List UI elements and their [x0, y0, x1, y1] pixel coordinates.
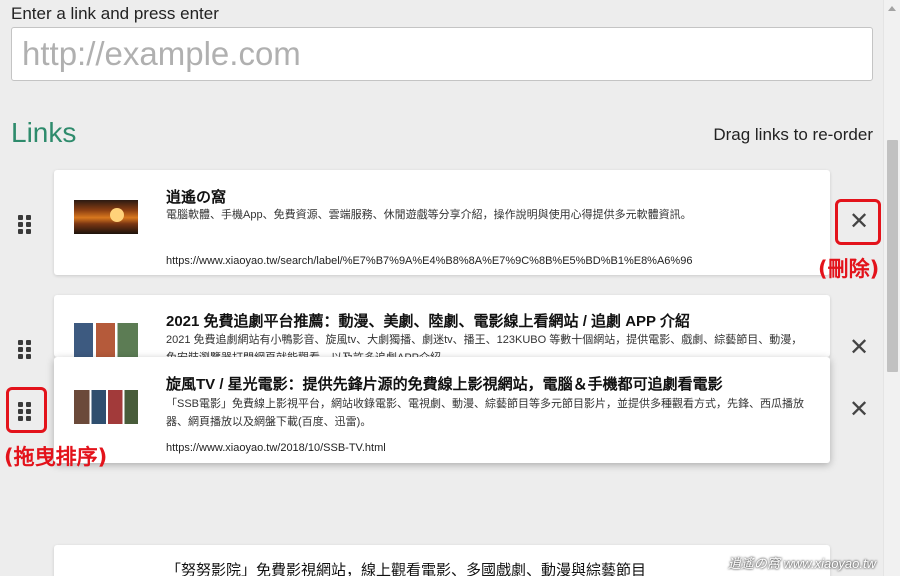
drag-hint: Drag links to re-order	[713, 125, 873, 144]
link-card[interactable]: 「努努影院」免費影視網站，線上觀看電影、多國戲劇、動漫與綜藝節目	[54, 545, 830, 576]
drag-annotation: (拖曳排序)	[4, 445, 108, 469]
link-input-label: Enter a link and press enter	[11, 4, 219, 23]
delete-highlight-box	[835, 199, 881, 245]
scroll-up-icon[interactable]	[888, 6, 896, 11]
scrollbar[interactable]	[883, 0, 900, 576]
link-url: https://www.xiaoyao.tw/2018/10/SSB-TV.ht…	[166, 442, 386, 454]
link-card[interactable]: 2021 免費追劇平台推薦：動漫、美劇、陸劇、電影線上看網站 / 追劇 APP …	[54, 295, 830, 357]
drag-handle-icon[interactable]	[18, 340, 32, 359]
delete-close-icon[interactable]: ✕	[848, 398, 870, 422]
link-title: 旋風TV / 星光電影：提供先鋒片源的免費線上影視網站，電腦＆手機都可追劇看電影	[166, 376, 723, 393]
link-card[interactable]: 逍遙の窩 電腦軟體、手機App、免費資源、雲端服務、休閒遊戲等分享介紹，操作說明…	[54, 170, 830, 275]
delete-annotation: (刪除)	[818, 257, 880, 281]
link-input[interactable]	[11, 27, 873, 81]
link-title: 「努努影院」免費影視網站，線上觀看電影、多國戲劇、動漫與綜藝節目	[166, 562, 647, 576]
link-url: https://www.xiaoyao.tw/search/label/%E7%…	[166, 255, 693, 267]
link-thumbnail	[74, 390, 138, 424]
link-thumbnail	[74, 323, 138, 357]
link-description: 「SSB電影」免費線上影視平台，網站收錄電影、電視劇、動漫、綜藝節目等多元節目影…	[166, 398, 805, 428]
link-thumbnail	[74, 200, 138, 234]
link-description: 電腦軟體、手機App、免費資源、雲端服務、休閒遊戲等分享介紹，操作說明與使用心得…	[166, 209, 692, 221]
delete-close-icon[interactable]: ✕	[848, 336, 870, 360]
link-description: 2021 免費追劇網站有小鴨影音、旋風tv、大劇獨播、劇迷tv、播王、123KU…	[166, 334, 803, 357]
watermark: 逍遙の窩 www.xiaoyao.tw	[727, 556, 876, 571]
link-title: 2021 免費追劇平台推薦：動漫、美劇、陸劇、電影線上看網站 / 追劇 APP …	[166, 313, 690, 330]
link-title: 逍遙の窩	[166, 189, 227, 206]
drag-handle-icon[interactable]	[18, 215, 32, 234]
links-heading: Links	[11, 117, 77, 148]
drag-highlight-box	[6, 387, 47, 433]
link-card-dragging[interactable]: 旋風TV / 星光電影：提供先鋒片源的免費線上影視網站，電腦＆手機都可追劇看電影…	[54, 357, 830, 463]
scrollbar-thumb[interactable]	[887, 140, 898, 372]
